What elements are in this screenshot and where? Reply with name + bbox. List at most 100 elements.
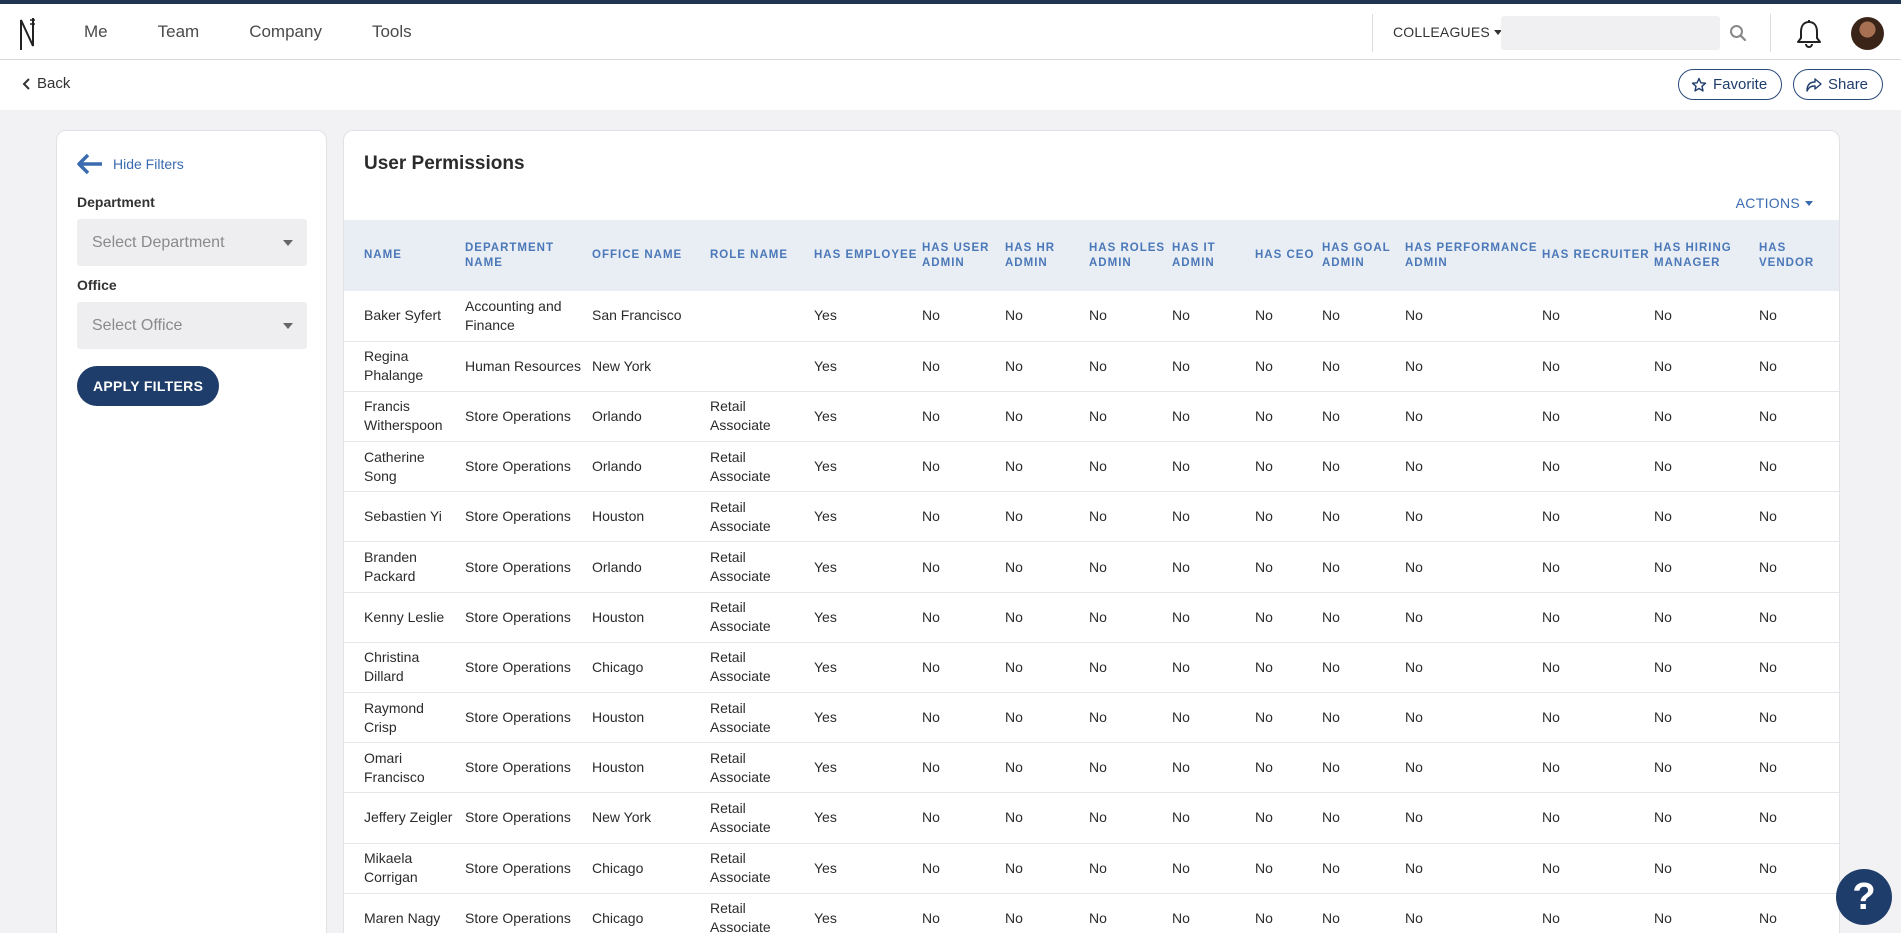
table-cell: No (1542, 909, 1560, 926)
table-cell: No (1089, 458, 1107, 475)
table-cell: Yes (814, 307, 837, 324)
table-row[interactable]: Kenny Leslie Store Operations Houston Retai… (344, 592, 1839, 643)
table-cell: No (1759, 658, 1777, 675)
column-header[interactable]: Has IT Admin (1172, 220, 1255, 291)
help-button[interactable]: ? (1836, 869, 1892, 925)
table-cell: No (1542, 608, 1560, 625)
favorite-button[interactable]: Favorite (1678, 69, 1783, 100)
table-row[interactable]: Catherine Song Store Operations Orlando Ret… (344, 442, 1839, 492)
table-cell: No (1759, 357, 1777, 374)
column-header[interactable]: Name (344, 220, 465, 291)
user-avatar[interactable] (1851, 17, 1884, 50)
table-row[interactable]: Sebastien Yi Store Operations Houston Retai… (344, 492, 1839, 542)
table-cell: No (1654, 809, 1672, 826)
table-row[interactable]: Jeffery Zeigler Store Operations New York R… (344, 793, 1839, 844)
table-cell: No (1255, 759, 1273, 776)
table-cell: Catherine Song (364, 448, 425, 484)
nav-item-team[interactable]: Team (158, 22, 200, 42)
table-cell: No (1322, 407, 1340, 424)
table-cell: Store Operations (465, 859, 571, 876)
table-cell: No (1759, 759, 1777, 776)
sub-header-bar (0, 60, 1901, 110)
chevron-left-icon (22, 77, 30, 90)
table-row[interactable]: Mikaela Corrigan Store Operations Chicago R… (344, 843, 1839, 894)
nav-item-company[interactable]: Company (249, 22, 322, 42)
table-row[interactable]: Regina Phalange Human Resources New York Ye… (344, 341, 1839, 392)
table-cell: No (1005, 809, 1023, 826)
column-header[interactable]: Has Recruiter (1542, 220, 1654, 291)
table-cell (710, 341, 814, 391)
table-cell: Accounting and Finance (465, 297, 562, 333)
table-cell: No (1759, 909, 1777, 926)
nav-item-me[interactable]: Me (84, 22, 108, 42)
arrow-left-icon (77, 153, 102, 175)
table-cell: No (1322, 709, 1340, 726)
user-permissions-panel: User Permissions ACTIONS Name Department … (343, 130, 1840, 933)
table-cell: No (1255, 508, 1273, 525)
caret-down-icon (283, 323, 293, 329)
column-header[interactable]: Has CEO (1255, 220, 1322, 291)
table-cell: No (1542, 859, 1560, 876)
table-row[interactable]: Maren Nagy Store Operations Chicago Retail … (344, 893, 1839, 933)
column-header[interactable]: Has Performance Admin (1405, 220, 1542, 291)
caret-down-icon (283, 240, 293, 246)
table-cell: No (1542, 357, 1560, 374)
office-select[interactable]: Select Office (77, 302, 307, 349)
table-cell: No (1089, 709, 1107, 726)
table-row[interactable]: Francis Witherspoon Store Operations Orlan… (344, 391, 1839, 442)
actions-dropdown[interactable]: ACTIONS (1736, 195, 1813, 211)
table-cell: No (1172, 558, 1190, 575)
favorite-label: Favorite (1713, 76, 1768, 93)
share-button[interactable]: Share (1793, 69, 1884, 100)
table-cell: No (1255, 809, 1273, 826)
table-cell: No (1322, 809, 1340, 826)
table-cell: No (1405, 859, 1423, 876)
table-cell: No (1172, 658, 1190, 675)
notifications-bell-icon[interactable] (1795, 19, 1823, 49)
hide-filters-button[interactable]: Hide Filters (77, 153, 184, 175)
table-cell: Houston (592, 709, 645, 726)
table-cell: No (1005, 909, 1023, 926)
table-cell: Maren Nagy (364, 909, 441, 926)
department-select[interactable]: Select Department (77, 219, 307, 266)
table-row[interactable]: Omari Francisco Store Operations Houston Re… (344, 743, 1839, 793)
table-cell: No (1255, 709, 1273, 726)
table-cell: No (1654, 407, 1672, 424)
column-header[interactable]: Has HR Admin (1005, 220, 1089, 291)
column-header[interactable]: Office Name (592, 220, 710, 291)
company-logo[interactable] (18, 16, 38, 52)
apply-filters-button[interactable]: APPLY FILTERS (77, 366, 220, 406)
table-row[interactable]: Raymond Crisp Store Operations Houston Reta… (344, 693, 1839, 743)
column-header[interactable]: Has Employee (814, 220, 922, 291)
search-icon[interactable] (1729, 24, 1747, 42)
column-header[interactable]: Has Goal Admin (1322, 220, 1405, 291)
colleagues-dropdown[interactable]: COLLEAGUES (1393, 4, 1502, 60)
table-cell: No (1172, 458, 1190, 475)
table-cell: No (1322, 909, 1340, 926)
column-header[interactable]: Has Roles Admin (1089, 220, 1172, 291)
table-cell: New York (592, 357, 652, 374)
column-header[interactable]: Role Name (710, 220, 814, 291)
table-row[interactable]: Christina Dillard Store Operations Chicago… (344, 642, 1839, 693)
table-cell: Raymond Crisp (364, 699, 424, 735)
column-header[interactable]: Has User Admin (922, 220, 1005, 291)
table-cell: No (1654, 709, 1672, 726)
table-cell: No (1089, 608, 1107, 625)
table-cell: No (1759, 458, 1777, 475)
table-cell: No (1255, 558, 1273, 575)
nav-item-tools[interactable]: Tools (372, 22, 412, 42)
column-header[interactable]: Has Hiring Manager (1654, 220, 1759, 291)
table-cell: No (1654, 558, 1672, 575)
table-cell: No (1322, 859, 1340, 876)
table-cell: No (1405, 658, 1423, 675)
search-input[interactable] (1501, 16, 1720, 50)
table-row[interactable]: Baker Syfert Accounting and Finance San Fr… (344, 291, 1839, 342)
table-cell: No (1542, 307, 1560, 324)
table-row[interactable]: Branden Packard Store Operations Orlando Re… (344, 542, 1839, 593)
column-header[interactable]: Has Vendor (1759, 220, 1839, 291)
table-cell: No (1089, 909, 1107, 926)
table-cell: Francis Witherspoon (364, 398, 443, 434)
back-button[interactable]: Back (22, 75, 70, 92)
column-header[interactable]: Department Name (465, 220, 592, 291)
filters-panel: Hide Filters Department Select Departmen… (56, 130, 327, 933)
